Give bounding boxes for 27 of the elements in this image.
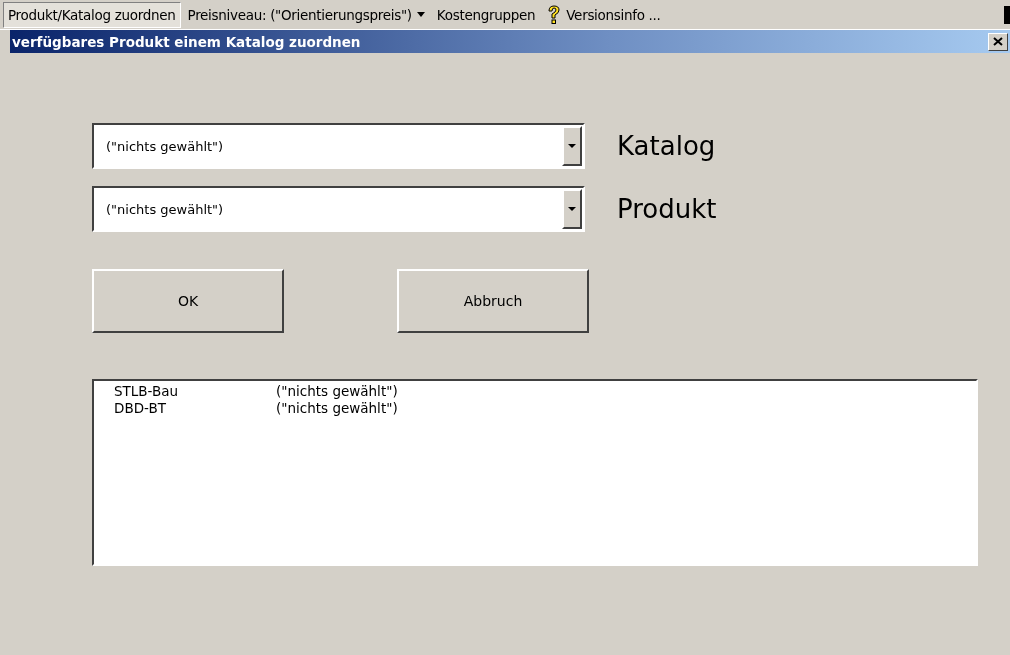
list-cell: ("nichts gewählt") — [276, 383, 398, 400]
dropdown-field[interactable]: ("nichts gewählt") — [92, 186, 585, 232]
list-cell-text: STLB-Bau — [114, 383, 180, 400]
menu-item[interactable]: Produkt/Katalog zuordnen — [3, 1, 181, 28]
ok-button[interactable]: OK — [92, 269, 284, 333]
dropdown-button[interactable] — [562, 126, 582, 166]
cancel-button[interactable]: Abbruch — [397, 269, 589, 333]
dropdown-value: ("nichts gewählt") — [106, 138, 224, 154]
menu-item[interactable]: Preisniveau: ("Orientierungspreis") — [182, 1, 430, 28]
dropdown-field[interactable]: ("nichts gewählt") — [92, 123, 585, 169]
close-icon — [993, 37, 1003, 46]
toolbar-icon[interactable] — [1004, 5, 1010, 24]
list-cell-text: DBD-BT — [114, 400, 167, 417]
menu-item[interactable]: Versionsinfo ... — [542, 1, 666, 28]
dropdown-value: ("nichts gewählt") — [106, 201, 224, 217]
field-label: Katalog — [617, 131, 716, 161]
menu-item[interactable]: Kostengruppen — [431, 1, 541, 28]
dropdown-button[interactable] — [562, 189, 582, 229]
field-label: Produkt — [617, 194, 717, 224]
caret-icon — [416, 12, 425, 17]
question-mark-icon — [547, 4, 562, 25]
caret-icon — [568, 207, 576, 211]
list-box[interactable]: STLB-Bau ("nichts gewählt") DBD-BT ("nichts gewählt") — [92, 379, 978, 566]
list-cell: ("nichts gewählt") — [276, 400, 398, 417]
close-button[interactable] — [988, 32, 1008, 51]
window-title: verfügbares Produkt einem Katalog zuordnen — [12, 33, 361, 50]
caret-icon — [568, 144, 576, 148]
